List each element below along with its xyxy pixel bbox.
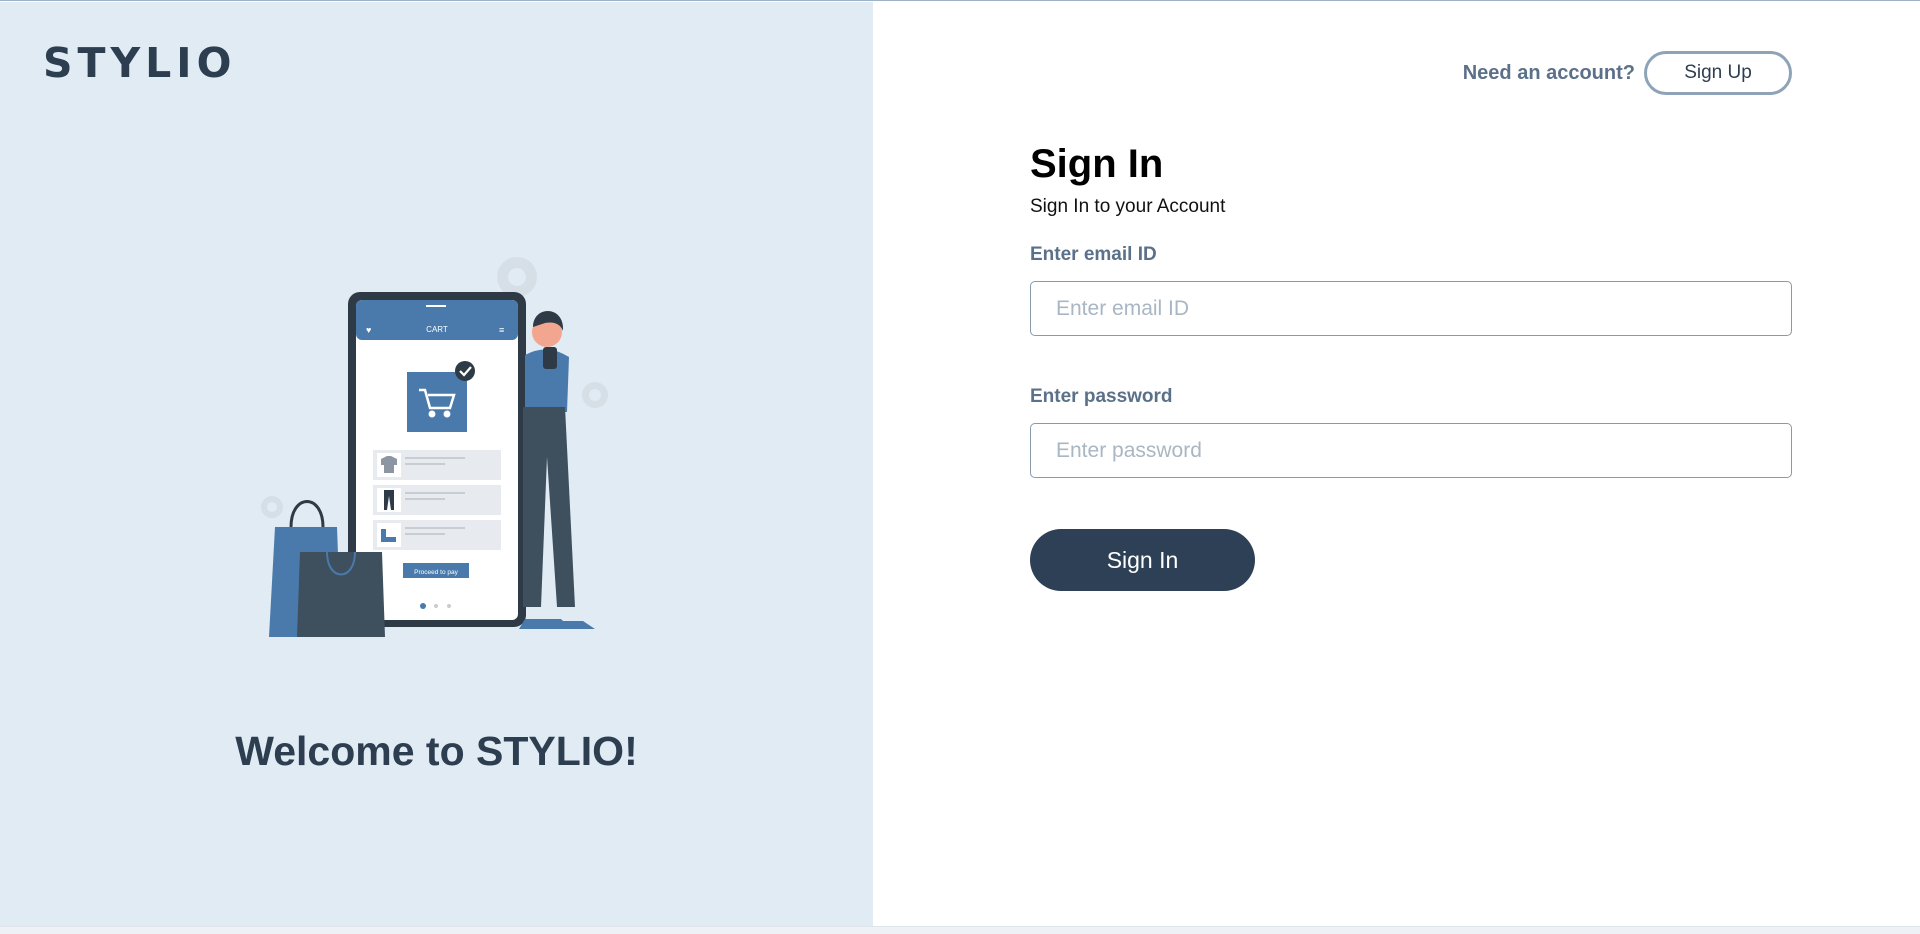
right-panel: Need an account? Sign Up Sign In Sign In… (873, 2, 1920, 928)
proceed-to-pay-label: Proceed to pay (414, 569, 458, 576)
password-input[interactable] (1030, 423, 1792, 478)
password-label: Enter password (1030, 386, 1173, 407)
gear-icon (261, 496, 283, 518)
welcome-heading: Welcome to STYLIO! (235, 728, 638, 774)
gear-icon (497, 257, 537, 297)
woman-figure (519, 310, 595, 629)
need-account-text: Need an account? (1462, 61, 1635, 84)
email-input[interactable] (1030, 281, 1792, 336)
shopping-illustration: CART ♥ ≡ Proceed to pay (261, 257, 608, 637)
phone-cart-title: CART (426, 325, 448, 334)
product-list (373, 450, 501, 550)
sign-in-button[interactable]: Sign In (1030, 529, 1255, 591)
filter-icon: ≡ (499, 325, 504, 335)
check-badge-icon (455, 361, 475, 381)
left-panel: STYLIO CART ♥ ≡ Proceed to pay Welcome t… (0, 2, 873, 928)
signup-prompt: Need an account? Sign Up (1463, 51, 1792, 95)
bottom-divider (0, 926, 1920, 934)
cart-tile (407, 372, 467, 432)
sign-up-button[interactable]: Sign Up (1644, 51, 1792, 95)
heart-icon: ♥ (366, 325, 371, 335)
sign-in-form: Sign In Sign In to your Account Enter em… (1030, 140, 1792, 591)
brand-logo: STYLIO (43, 39, 237, 87)
gear-icon (582, 382, 608, 408)
form-subtitle: Sign In to your Account (1030, 196, 1226, 217)
form-title: Sign In (1030, 142, 1164, 186)
email-label: Enter email ID (1030, 244, 1157, 265)
